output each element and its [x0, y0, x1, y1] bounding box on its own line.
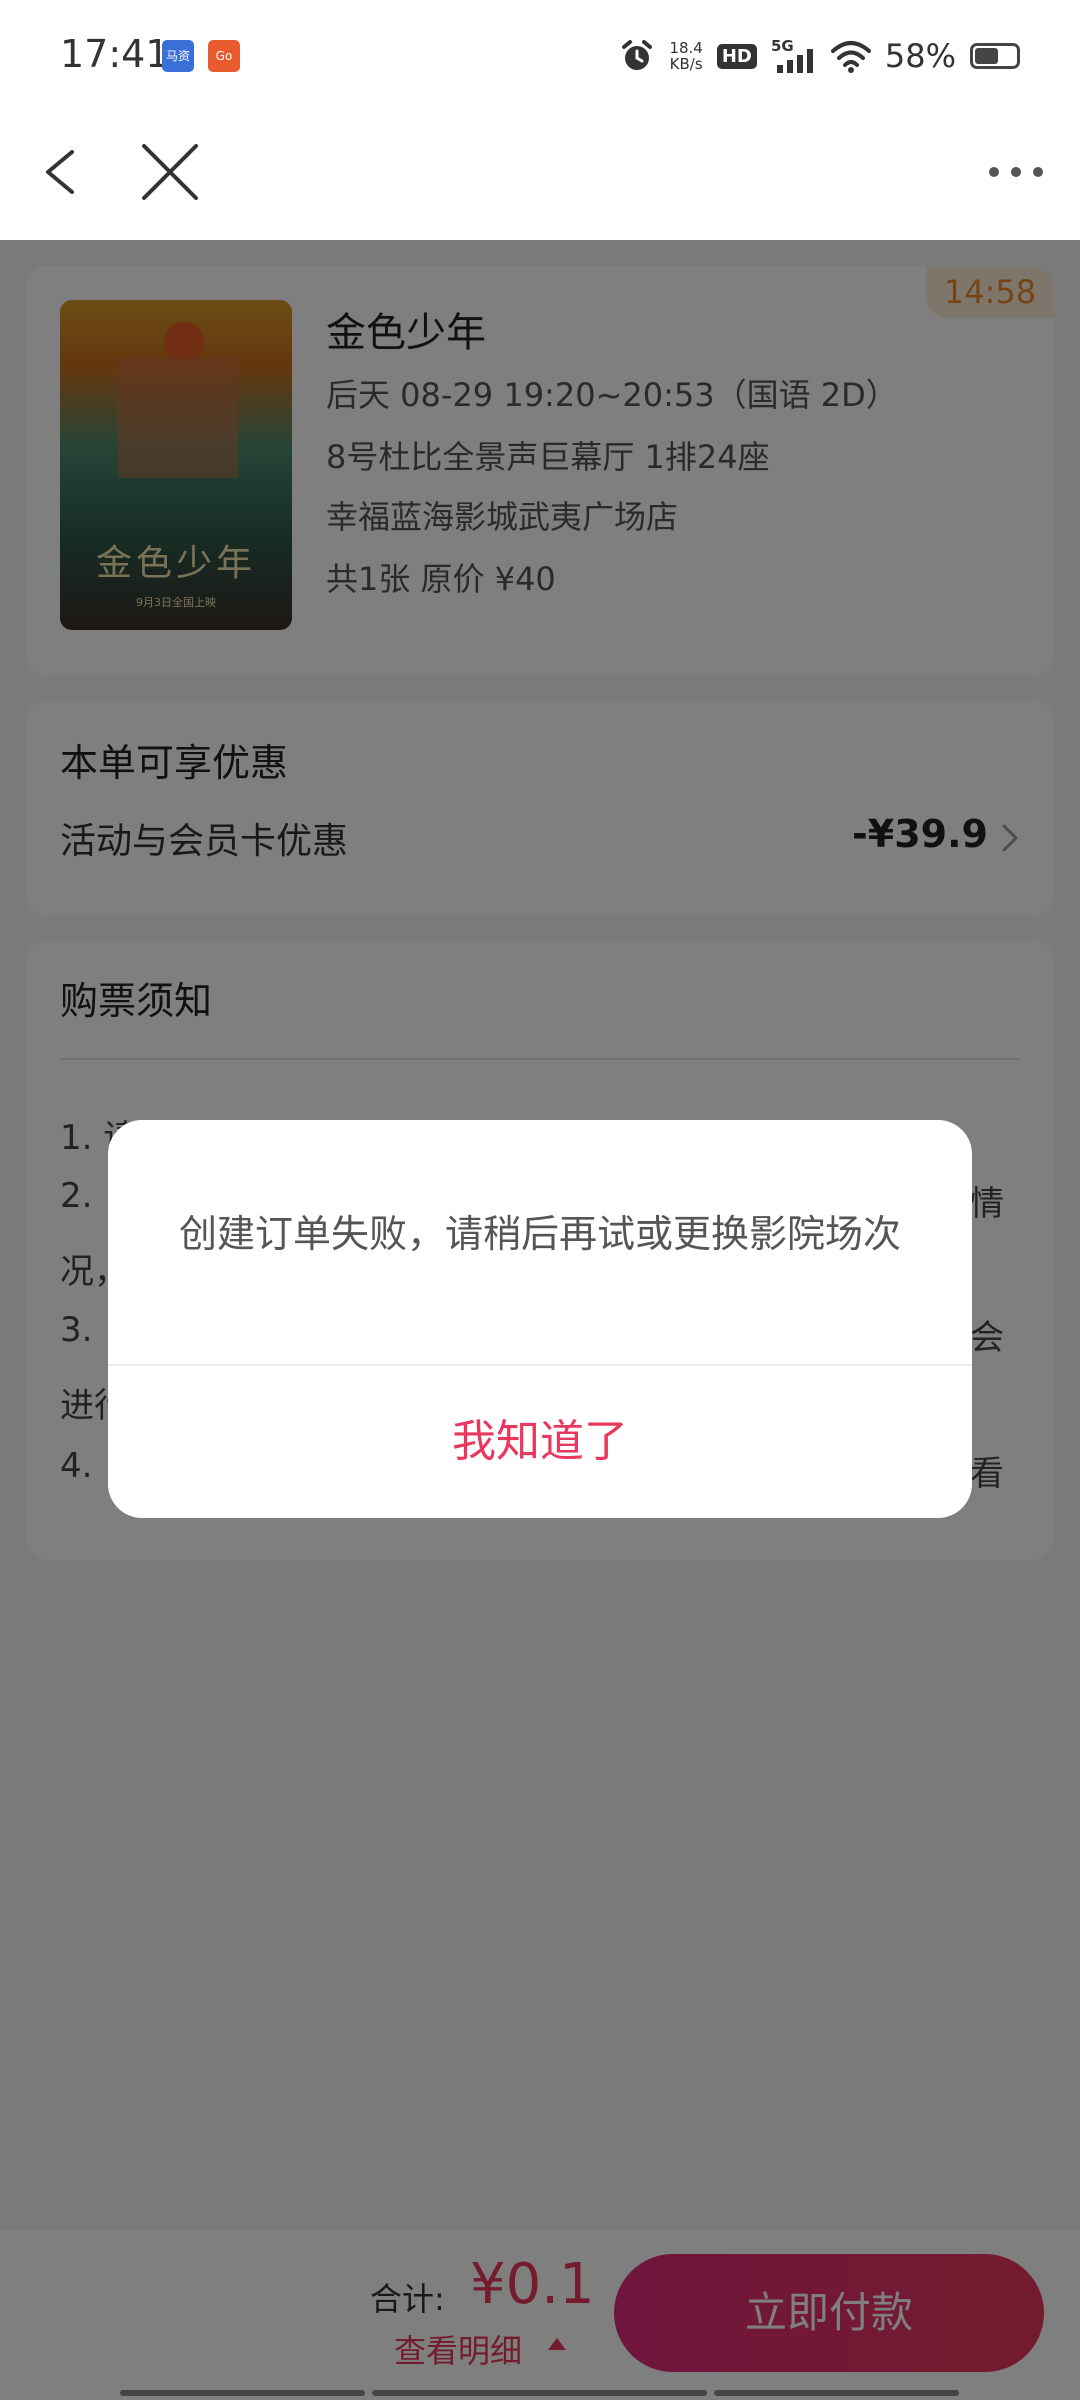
signal-5g-icon: 5G: [771, 37, 813, 73]
network-speed-unit: KB/s: [669, 55, 703, 73]
wifi-icon: [830, 41, 871, 73]
notification-app-icon: Go: [208, 40, 240, 72]
dialog-message: 创建订单失败，请稍后再试或更换影院场次: [178, 1212, 901, 1256]
error-dialog: 创建订单失败，请稍后再试或更换影院场次 我知道了: [108, 1120, 972, 1518]
back-arrow-icon[interactable]: [24, 132, 104, 212]
notification-app-icon: 马资: [162, 40, 194, 72]
status-time: 17:41: [60, 32, 170, 76]
status-indicators: 18.4 KB/s HD 5G 58%: [619, 34, 1020, 78]
network-type-label: 5G: [771, 37, 794, 55]
close-icon[interactable]: [130, 132, 210, 212]
network-speed: 18.4 KB/s: [669, 40, 702, 72]
more-icon[interactable]: [976, 132, 1056, 212]
status-bar: 17:41 马资 Go 18.4 KB/s HD 5G 58%: [0, 0, 1080, 112]
hd-badge: HD: [716, 43, 757, 69]
battery-icon: [970, 43, 1020, 69]
alarm-icon: [622, 40, 653, 70]
battery-level: [975, 48, 998, 64]
acknowledge-button[interactable]: 我知道了: [108, 1366, 972, 1518]
network-speed-value: 18.4: [669, 39, 703, 57]
nav-bar: [0, 112, 1080, 240]
battery-percentage: 58%: [884, 37, 956, 75]
